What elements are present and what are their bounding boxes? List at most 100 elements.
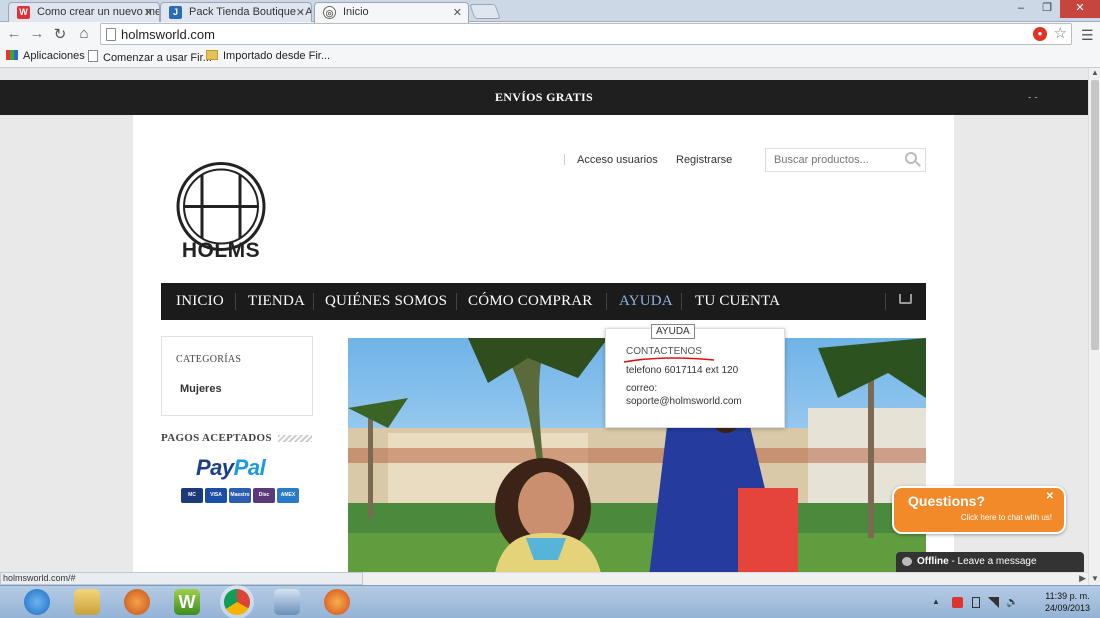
w-app-icon[interactable]: W	[174, 589, 200, 615]
categories-box: CATEGORÍAS Mujeres	[161, 336, 313, 416]
media-player-icon[interactable]	[124, 589, 150, 615]
top-bar-toggle[interactable]: - -	[1028, 80, 1038, 115]
amex-icon: AMEX	[277, 488, 299, 503]
horizontal-scrollbar[interactable]: ▶	[363, 572, 1088, 585]
bookmark-imported-folder[interactable]: Importado desde Fir...	[206, 50, 330, 62]
scroll-right-icon[interactable]: ▶	[1079, 573, 1086, 584]
page-icon	[106, 28, 116, 41]
phone-text: telefono 6017114 ext 120	[626, 365, 739, 376]
search-icon[interactable]	[905, 152, 917, 164]
firefox-icon[interactable]	[324, 589, 350, 615]
bookmark-apps[interactable]: Aplicaciones	[6, 50, 85, 62]
search-input[interactable]	[765, 148, 926, 172]
nav-ayuda[interactable]: AYUDA	[619, 283, 673, 320]
nav-quienes-somos[interactable]: QUIÉNES SOMOS	[325, 283, 447, 320]
system-tray: ▲ 🔈 11:39 p. m. 24/09/2013	[920, 586, 1100, 618]
clock-time: 11:39 p. m.	[1045, 591, 1090, 601]
file-explorer-icon[interactable]	[74, 589, 100, 615]
tab-title: Inicio	[343, 6, 369, 18]
visa-icon: VISA	[205, 488, 227, 503]
main-nav: INICIO TIENDA QUIÉNES SOMOS CÓMO COMPRAR…	[161, 283, 926, 320]
cart-icon[interactable]	[899, 294, 912, 304]
tab-2[interactable]: J Pack Tienda Boutique - A ✕	[160, 2, 312, 22]
apps-grid-icon	[6, 50, 18, 60]
site-container: HOLMS Acceso usuarios Registrarse INICIO…	[133, 115, 954, 572]
home-icon[interactable]: ⌂	[75, 25, 93, 42]
clock-date: 24/09/2013	[1044, 603, 1090, 613]
maestro-icon: Maestro	[229, 488, 251, 503]
forward-arrow-icon[interactable]: →	[28, 25, 46, 42]
register-link[interactable]: Registrarse	[676, 154, 732, 166]
scroll-thumb[interactable]	[1091, 80, 1099, 350]
close-tab-icon[interactable]: ✕	[296, 6, 305, 19]
chrome-icon[interactable]	[224, 589, 250, 615]
red-underline-mark	[623, 357, 715, 363]
status-bar: holmsworld.com/#	[0, 572, 363, 585]
window-controls: – ❐ ✕	[1008, 0, 1100, 18]
email-label: correo:	[626, 383, 658, 394]
discover-icon: Disc	[253, 488, 275, 503]
vertical-scrollbar[interactable]: ▲ ▼	[1088, 68, 1100, 585]
logo-text: HOLMS	[181, 239, 261, 262]
category-mujeres[interactable]: Mujeres	[180, 383, 222, 395]
nav-tienda[interactable]: TIENDA	[248, 283, 305, 320]
minimize-icon[interactable]: –	[1008, 0, 1034, 18]
close-tab-icon[interactable]: ✕	[144, 6, 153, 19]
tab-3-active[interactable]: ◎ Inicio ✕	[314, 2, 469, 23]
close-window-icon[interactable]: ✕	[1060, 0, 1100, 18]
chat-status: Offline	[917, 556, 949, 567]
decorative-hatch	[278, 435, 312, 442]
tray-security-icon[interactable]	[952, 597, 963, 608]
nav-inicio[interactable]: INICIO	[176, 283, 224, 320]
globe-favicon-icon: ◎	[323, 6, 336, 19]
tray-expand-icon[interactable]: ▲	[932, 597, 943, 608]
battery-icon[interactable]	[972, 597, 980, 608]
scroll-up-icon[interactable]: ▲	[1089, 68, 1100, 77]
chrome-menu-icon[interactable]: ☰	[1081, 27, 1094, 44]
ayuda-tooltip: AYUDA	[651, 324, 695, 339]
scroll-down-icon[interactable]: ▼	[1089, 574, 1100, 583]
bookmarks-bar: Aplicaciones Comenzar a usar Fir... Impo…	[0, 46, 1100, 68]
joomla-favicon-icon: J	[169, 6, 182, 19]
volume-icon[interactable]: 🔈	[1006, 597, 1018, 608]
chat-close-icon[interactable]: ✕	[1046, 491, 1054, 502]
folder-icon	[206, 50, 218, 60]
wifi-signal-icon[interactable]	[988, 597, 999, 608]
chat-title: Questions?	[908, 493, 986, 509]
divider	[564, 154, 565, 165]
bookmark-firefox-start[interactable]: Comenzar a usar Fir...	[88, 50, 212, 64]
bookmark-star-icon[interactable]: ☆	[1054, 24, 1067, 42]
free-shipping-text: ENVÍOS GRATIS	[494, 90, 594, 104]
nav-como-comprar[interactable]: CÓMO COMPRAR	[468, 283, 593, 320]
login-link[interactable]: Acceso usuarios	[577, 154, 658, 166]
email-link[interactable]: soporte@holmsworld.com	[626, 396, 742, 407]
ayuda-dropdown: CONTACTENOS telefono 6017114 ext 120 cor…	[605, 328, 785, 428]
card-logos: MC VISA Maestro Disc AMEX	[181, 488, 299, 503]
extension-icon[interactable]: ●	[1033, 27, 1047, 41]
tab-strip: W Como crear un nuevo me ✕ J Pack Tienda…	[0, 0, 1100, 23]
browser-toolbar: ← → ↻ ⌂ holmsworld.com ● ☆	[0, 22, 1100, 46]
clock[interactable]: 11:39 p. m. 24/09/2013	[1045, 590, 1090, 614]
internet-explorer-icon[interactable]	[24, 589, 50, 615]
wix-favicon-icon: W	[17, 6, 30, 19]
chat-bubble[interactable]: Questions? Click here to chat with us! ✕	[892, 486, 1066, 534]
chat-bubble-icon	[902, 557, 912, 566]
offline-chat-bar[interactable]: Offline - Leave a message	[896, 552, 1084, 572]
reload-icon[interactable]: ↻	[51, 25, 69, 43]
page-icon	[88, 50, 98, 62]
new-tab-button[interactable]	[469, 4, 501, 19]
paypal-logo: PayPal	[196, 455, 266, 480]
tab-1[interactable]: W Como crear un nuevo me ✕	[8, 2, 160, 22]
tab-title: Pack Tienda Boutique - A	[189, 6, 312, 18]
chat-subtitle: Click here to chat with us!	[960, 513, 1052, 522]
back-arrow-icon[interactable]: ←	[5, 25, 23, 42]
mastercard-icon: MC	[181, 488, 203, 503]
remote-desktop-icon[interactable]	[274, 589, 300, 615]
free-shipping-bar: ENVÍOS GRATIS - -	[0, 80, 1088, 115]
address-bar[interactable]: holmsworld.com ● ☆	[100, 23, 1072, 45]
close-tab-icon[interactable]: ✕	[453, 6, 462, 19]
nav-tu-cuenta[interactable]: TU CUENTA	[695, 283, 780, 320]
chat-status-message: - Leave a message	[948, 556, 1037, 567]
restore-icon[interactable]: ❐	[1034, 0, 1060, 18]
url-text: holmsworld.com	[121, 27, 215, 42]
